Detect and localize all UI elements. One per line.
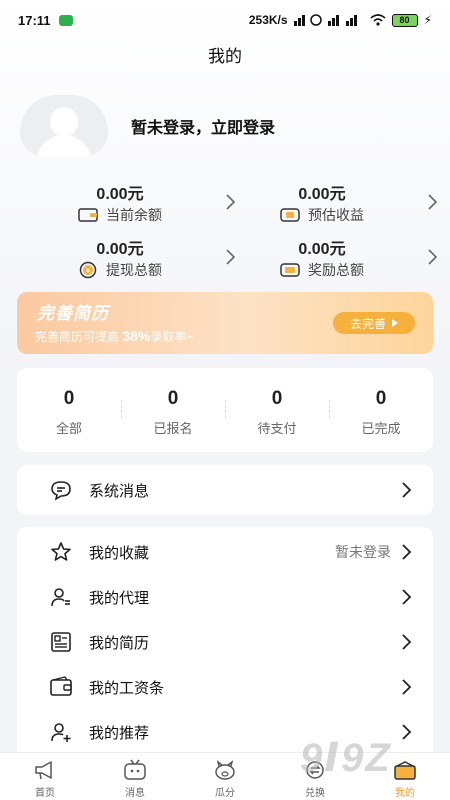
add-user-icon <box>51 723 71 742</box>
stat-reward-total[interactable]: 0.00元 奖励总额 <box>242 235 442 285</box>
go-complete-label: 去完善 <box>349 316 386 331</box>
charging-icon: ⚡ <box>423 13 432 27</box>
menu-card: 我的收藏 暂未登录 我的代理 我的简历 我的工资条 我的推荐 <box>17 527 433 767</box>
banner-title: 完善简历 <box>37 304 109 323</box>
avatar-body-shape <box>36 135 92 157</box>
stat-current-balance[interactable]: 0.00元 当前余额 <box>40 180 240 230</box>
go-complete-button[interactable]: 去完善 <box>333 312 415 334</box>
order-tab-completed[interactable]: 0 已完成 <box>329 368 433 452</box>
menu-item-agent[interactable]: 我的代理 <box>17 575 433 619</box>
network-speed: 253K/s <box>248 13 288 27</box>
tab-home[interactable]: 首页 <box>0 753 90 800</box>
stat-estimated-income[interactable]: 0.00元 预估收益 <box>242 180 442 230</box>
order-label: 已报名 <box>153 420 193 436</box>
signal-icons <box>293 14 357 26</box>
menu-item-label: 我的收藏 <box>89 544 150 562</box>
megaphone-icon <box>35 761 52 780</box>
chevron-right-icon <box>402 544 412 560</box>
menu-item-label: 我的简历 <box>89 634 150 652</box>
tab-label: 消息 <box>125 788 145 799</box>
battery-icon: 80 <box>391 13 418 27</box>
menu-item-label: 我的代理 <box>89 589 150 607</box>
system-message-row[interactable]: 系统消息 <box>17 465 433 515</box>
menu-item-label: 我的推荐 <box>89 724 150 742</box>
chevron-right-icon <box>428 249 438 265</box>
chevron-right-icon <box>402 482 412 498</box>
page-title: 我的 <box>208 47 242 66</box>
order-label: 待支付 <box>257 420 297 436</box>
avatar-head-shape <box>50 107 78 137</box>
chat-bubble-icon <box>51 481 71 501</box>
menu-item-favorites[interactable]: 我的收藏 暂未登录 <box>17 530 433 574</box>
avatar[interactable] <box>20 95 108 157</box>
svg-text:¥: ¥ <box>86 267 91 275</box>
chevron-right-icon <box>226 249 236 265</box>
menu-item-label: 我的工资条 <box>89 679 165 697</box>
star-icon <box>51 542 71 561</box>
order-count: 0 <box>271 387 283 409</box>
stat-label: 预估收益 <box>308 207 364 223</box>
stat-withdraw-total[interactable]: 0.00元 ¥ 提现总额 <box>40 235 240 285</box>
stat-value: 0.00元 <box>96 241 144 258</box>
chevron-right-icon <box>402 589 412 605</box>
menu-item-hint: 暂未登录 <box>335 544 391 560</box>
resume-icon <box>51 632 71 652</box>
stat-value: 0.00元 <box>298 241 346 258</box>
complete-resume-banner[interactable]: 完善简历 完善简历可提高 38%录取率~ 去完善 <box>17 292 433 354</box>
site-watermark: 9Ⅰ9Z <box>300 736 392 780</box>
pig-icon <box>215 760 235 780</box>
banner-subtitle-prefix: 完善简历可提高 <box>35 330 120 344</box>
order-label: 全部 <box>55 420 82 436</box>
status-time: 17:11 <box>18 12 51 28</box>
wallet-icon <box>78 206 98 224</box>
tab-label: 首页 <box>35 788 55 799</box>
order-tab-pending-payment[interactable]: 0 待支付 <box>225 368 329 452</box>
wifi-icon <box>370 14 386 26</box>
wechat-notification-icon <box>58 14 73 26</box>
menu-item-resume[interactable]: 我的简历 <box>17 620 433 664</box>
banner-subtitle-pct: 38% <box>122 328 151 344</box>
tab-label: 瓜分 <box>215 788 235 799</box>
order-tab-all[interactable]: 0 全部 <box>17 368 121 452</box>
banner-subtitle-suffix: 录取率~ <box>150 330 194 344</box>
chevron-right-icon <box>402 679 412 695</box>
order-label: 已完成 <box>361 420 401 436</box>
payslip-icon <box>50 676 72 696</box>
chevron-right-icon <box>226 194 236 210</box>
banner-subtitle: 完善简历可提高 38%录取率~ <box>35 328 193 345</box>
stat-label: 当前余额 <box>106 207 162 223</box>
login-link[interactable]: 暂未登录，立即登录 <box>131 114 275 138</box>
stat-label: 提现总额 <box>106 262 162 278</box>
reward-box-icon <box>280 261 300 279</box>
income-box-icon <box>280 206 300 224</box>
order-tab-registered[interactable]: 0 已报名 <box>121 368 225 452</box>
yen-coin-icon: ¥ <box>78 261 98 279</box>
stat-value: 0.00元 <box>298 186 346 203</box>
order-count: 0 <box>167 387 179 409</box>
tv-message-icon <box>124 759 146 780</box>
tab-share[interactable]: 瓜分 <box>180 753 270 800</box>
play-arrow-icon <box>392 319 398 327</box>
status-bar: 17:11 253K/s 80 ⚡ <box>0 0 450 40</box>
agent-user-icon <box>51 588 70 607</box>
stat-value: 0.00元 <box>96 186 144 203</box>
stat-label: 奖励总额 <box>308 262 364 278</box>
menu-item-payslip[interactable]: 我的工资条 <box>17 665 433 709</box>
chevron-right-icon <box>402 634 412 650</box>
tab-messages[interactable]: 消息 <box>90 753 180 800</box>
system-message-label: 系统消息 <box>89 482 150 500</box>
chevron-right-icon <box>428 194 438 210</box>
order-count: 0 <box>375 387 387 409</box>
order-summary-card: 0 全部 0 已报名 0 待支付 0 已完成 <box>17 368 433 452</box>
order-count: 0 <box>63 387 75 409</box>
